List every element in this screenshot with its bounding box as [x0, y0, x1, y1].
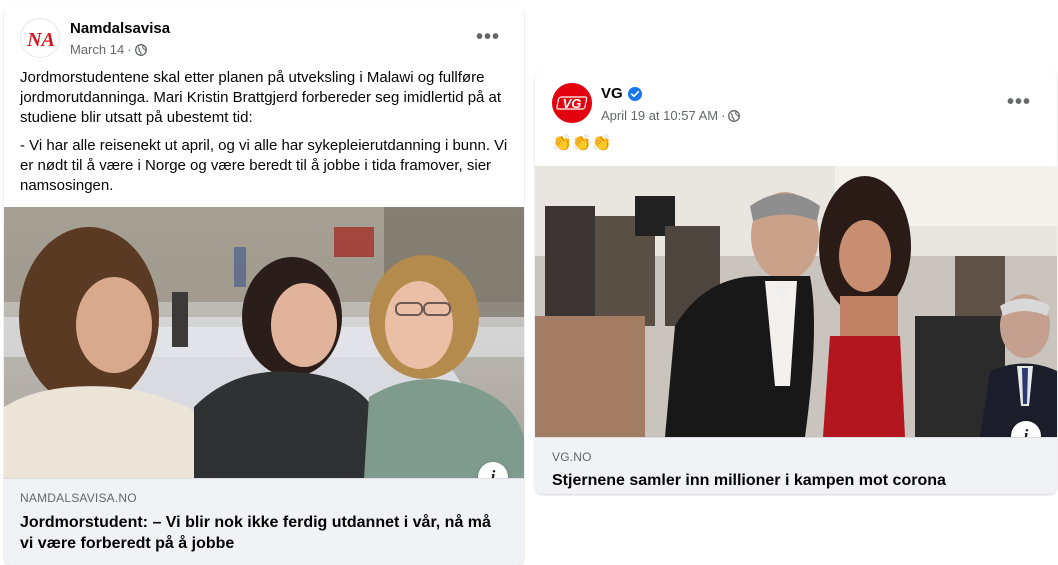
page-avatar-vg[interactable]: VG [552, 83, 592, 123]
verified-badge-icon [627, 86, 642, 101]
post-paragraph: - Vi har alle reisenekt ut april, og vi … [20, 137, 508, 194]
post-header: NA Namdalsavisa March 14 · ••• [4, 5, 524, 65]
link-preview-bar[interactable]: VG.NO Stjernene samler inn millioner i k… [535, 437, 1057, 494]
more-options-button[interactable]: ••• [1001, 84, 1037, 120]
meta-separator: · [721, 108, 726, 123]
post-meta: March 14 · [70, 42, 147, 57]
vg-logo-icon: VG [552, 83, 592, 123]
post-paragraph: Jordmorstudentene skal etter planen på u… [20, 69, 502, 126]
page-name[interactable]: VG [601, 85, 623, 102]
svg-text:NA: NA [26, 29, 55, 51]
link-preview-image[interactable] [4, 207, 524, 478]
red-carpet-photo [535, 166, 1057, 437]
link-headline[interactable]: Jordmorstudent: – Vi blir nok ikke ferdi… [20, 512, 508, 554]
page-name-row: VG [601, 85, 642, 102]
post-date[interactable]: March 14 [70, 42, 124, 57]
link-domain: NAMDALSAVISA.NO [20, 491, 137, 505]
link-preview-image[interactable] [535, 166, 1057, 437]
post-meta: April 19 at 10:57 AM · [601, 108, 741, 123]
post-date[interactable]: April 19 at 10:57 AM [601, 108, 718, 123]
post-text: Jordmorstudentene skal etter planen på u… [20, 68, 512, 204]
link-domain: VG.NO [552, 450, 592, 464]
feed-post-namdalsavisa: NA Namdalsavisa March 14 · ••• Jordmorst… [4, 5, 524, 565]
page-name[interactable]: Namdalsavisa [70, 20, 170, 37]
link-preview-bar[interactable]: NAMDALSAVISA.NO Jordmorstudent: – Vi bli… [4, 478, 524, 565]
post-header: VG VG April 19 at 10:57 AM · ••• [535, 70, 1057, 130]
page-avatar-namdalsavisa[interactable]: NA [20, 18, 60, 58]
svg-text:VG: VG [563, 96, 582, 111]
more-options-button[interactable]: ••• [470, 19, 506, 55]
post-emoji-text: 👏👏👏 [552, 135, 612, 152]
meta-separator: · [127, 42, 132, 57]
na-logo-icon: NA [21, 19, 59, 57]
globe-icon [728, 109, 741, 122]
globe-icon [134, 43, 147, 56]
students-photo [4, 207, 524, 478]
link-headline[interactable]: Stjernene samler inn millioner i kampen … [552, 470, 1040, 491]
feed-post-vg: VG VG April 19 at 10:57 AM · ••• 👏👏👏 i V… [535, 70, 1057, 494]
